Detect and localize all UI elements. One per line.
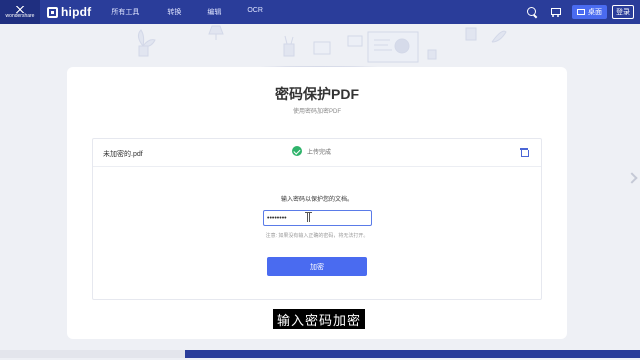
wondershare-logo[interactable]: wondershare [0,0,40,24]
main-card: 密码保护PDF 使用密码加密PDF 未加密的.pdf 上传完成 输入密码以保护您… [67,67,567,339]
monitor-icon [577,9,585,15]
page-subtitle: 使用密码加密PDF [292,109,341,115]
main-nav: 所有工具 转换 编辑 OCR [111,7,289,17]
hipdf-logo[interactable]: hipdf [47,5,91,19]
password-prompt: 输入密码以保护您的文档。 [280,197,353,203]
cart-icon[interactable] [549,7,561,17]
hipdf-logo-text: hipdf [61,5,92,19]
upload-status: 上传完成 [292,146,331,156]
encrypt-button[interactable]: 加密 [267,257,367,276]
text-cursor-icon [305,212,312,222]
upload-status-label: 上传完成 [307,149,332,156]
nav-item-edit[interactable]: 编辑 [207,7,221,17]
video-progress-fill [185,350,640,358]
file-row: 未加密的.pdf 上传完成 [93,139,541,167]
search-icon[interactable] [527,7,537,17]
nav-item-convert[interactable]: 转换 [167,7,181,17]
trash-icon[interactable] [520,147,529,157]
password-note: 注意: 如果没有输入正确的密码，将无法打开。 [265,233,369,239]
nav-item-all-tools[interactable]: 所有工具 [111,7,139,17]
top-navigation-bar: wondershare hipdf 所有工具 转换 编辑 OCR 桌面 登录 [0,0,640,24]
check-circle-icon [292,146,302,156]
password-input[interactable] [263,210,372,226]
desktop-app-button[interactable]: 桌面 [572,5,607,19]
header-actions: 桌面 登录 [527,0,634,24]
chevron-right-icon[interactable] [626,172,638,184]
login-button[interactable]: 登录 [612,5,634,19]
video-caption: 输入密码加密 [273,309,366,329]
wondershare-mark-icon [15,5,25,13]
file-panel: 未加密的.pdf 上传完成 输入密码以保护您的文档。 注意: 如果没有输入正确的… [92,138,542,300]
page-title: 密码保护PDF [275,86,359,102]
file-name: 未加密的.pdf [103,151,143,158]
desktop-app-label: 桌面 [588,9,602,16]
hipdf-logo-icon [47,6,58,18]
wondershare-logo-text: wondershare [5,12,35,19]
nav-item-ocr[interactable]: OCR [247,7,263,17]
